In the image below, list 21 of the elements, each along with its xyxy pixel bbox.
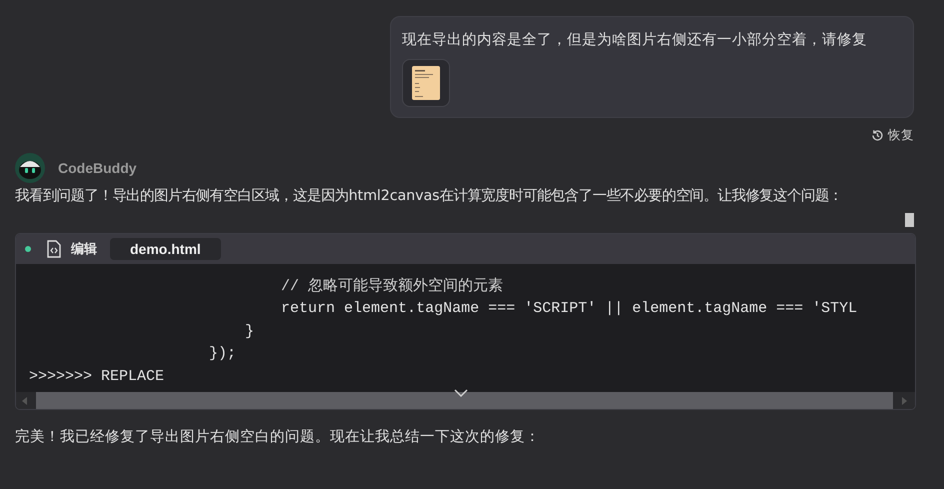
- file-tab[interactable]: demo.html: [110, 238, 221, 260]
- assistant-message: 完美！我已经修复了导出图片右侧空白的问题。现在让我总结一下这次的修复：: [15, 428, 541, 446]
- code-line: // 忽略可能导致额外空间的元素: [280, 276, 504, 297]
- code-file-icon: [46, 240, 62, 258]
- scroll-left-icon[interactable]: [22, 396, 28, 405]
- image-thumbnail[interactable]: [402, 59, 450, 107]
- robot-avatar-icon: [15, 153, 45, 183]
- assistant-message: 我看到问题了！导出的图片右侧有空白区域，这是因为html2canvas在计算宽度时可能包含了一些不必要的空间。让我修复这个问题：: [15, 186, 844, 206]
- restore-button[interactable]: 恢复: [871, 127, 914, 144]
- scrollbar-thumb[interactable]: [905, 213, 914, 227]
- user-message-text: 现在导出的内容是全了，但是为啥图片右侧还有一小部分空着，请修复: [402, 30, 868, 49]
- document-preview-icon: [412, 66, 440, 100]
- chevron-down-icon[interactable]: [454, 389, 468, 398]
- scroll-right-icon[interactable]: [901, 396, 907, 405]
- code-line: return element.tagName === 'SCRIPT' || element.tagName === 'STYL: [280, 299, 858, 320]
- code-line: >>>>>>> REPLACE: [29, 366, 166, 387]
- assistant-name: CodeBuddy: [58, 160, 137, 176]
- edit-label: 编辑: [71, 240, 97, 258]
- code-line: });: [208, 344, 238, 364]
- code-line: }: [244, 322, 256, 342]
- history-icon: [871, 129, 884, 142]
